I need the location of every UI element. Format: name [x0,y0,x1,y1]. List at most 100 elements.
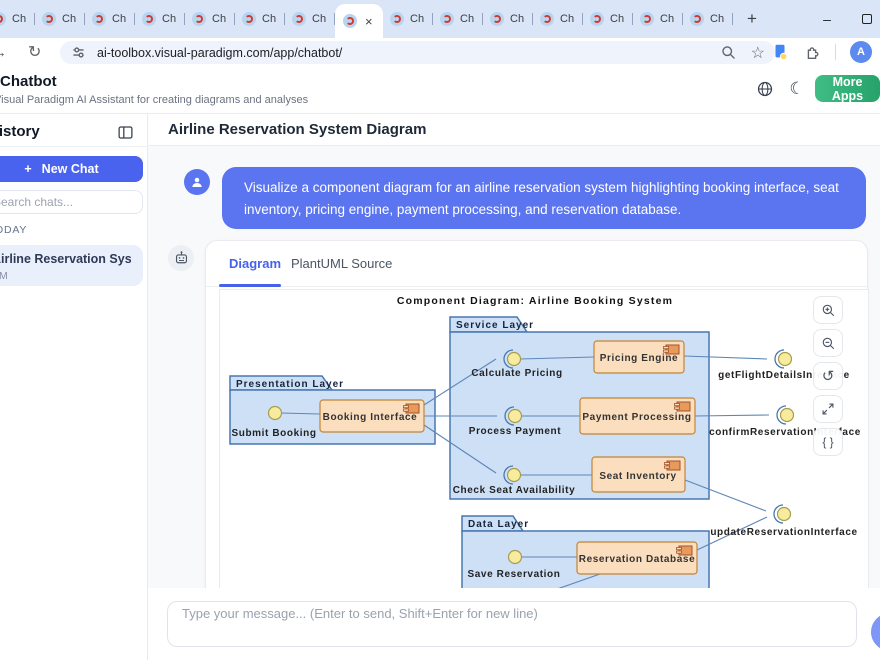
toolbar-divider [835,44,836,60]
extensions-area: A [771,38,880,66]
send-button[interactable] [871,613,880,651]
chat-item-time: PM [0,270,131,282]
browser-tab[interactable]: Ch [285,0,335,38]
label-process-payment: Process Payment [469,426,561,437]
favicon-icon [292,12,306,26]
view-source-button[interactable]: { } [813,428,843,456]
more-apps-button[interactable]: More Apps [815,75,880,102]
robot-icon [173,250,190,267]
active-tab[interactable]: × [335,4,383,38]
site-info-icon[interactable] [70,44,87,61]
favicon-icon [540,12,554,26]
dark-mode-icon[interactable]: ☾ [784,76,810,102]
forward-icon[interactable]: → [0,38,7,66]
card-tab-bar: Diagram PlantUML Source [206,241,867,287]
url-text[interactable]: ai-toolbox.visual-paradigm.com/app/chatb… [97,46,720,60]
package-data-layer: Data Layer [468,519,529,530]
reset-zoom-button[interactable]: ↺ [813,362,843,390]
chat-item-title: Airline Reservation System Dia... [0,252,131,266]
label-save-reservation: Save Reservation [468,569,561,580]
diagram-title: Component Diagram: Airline Booking Syste… [397,295,673,307]
browser-tab[interactable]: Ch [85,0,135,38]
composer-bar [148,588,880,660]
message-input[interactable] [167,601,857,647]
tab-label: Ch [710,13,724,25]
browser-tab[interactable]: Ch [683,0,733,38]
collapse-sidebar-icon[interactable] [114,121,136,143]
favicon-icon [0,12,6,26]
close-icon[interactable]: × [365,15,373,28]
browser-tab[interactable]: Ch [135,0,185,38]
tab-label: Ch [410,13,424,25]
zoom-out-icon [821,336,836,351]
doc-extension-icon[interactable] [771,43,789,61]
app-header: Chatbot Visual Paradigm AI Assistant for… [0,66,880,114]
page-title: Airline Reservation System Diagram [168,121,426,138]
search-chats-input[interactable] [0,190,143,214]
reload-icon[interactable]: ↻ [28,38,41,66]
component-payment-processing: Payment Processing [582,412,691,423]
tab-label: Ch [162,13,176,25]
component-reservation-database: Reservation Database [579,554,696,565]
browser-tab[interactable]: Ch [35,0,85,38]
browser-tab[interactable]: Ch [383,0,433,38]
new-tab-button[interactable]: + [739,6,765,32]
interface-ball [509,551,522,564]
sidebar-divider [0,146,148,147]
label-update-reservation-interface: updateReservationInterface [710,527,857,538]
favicon-icon [490,12,504,26]
search-icon[interactable] [720,44,737,61]
chat-history-item[interactable]: Airline Reservation System Dia... PM [0,245,143,286]
sidebar: History + New Chat TODAY Airline Reserva… [0,114,148,660]
tab-label: Ch [610,13,624,25]
app-title: Chatbot [0,73,57,90]
tab-label: Ch [510,13,524,25]
reset-zoom-icon: ↺ [822,367,835,385]
tab-label: Ch [12,13,26,25]
favicon-icon [192,12,206,26]
component-icon [675,402,691,411]
today-section-label: TODAY [0,224,27,236]
browser-window: ChChChChChChCh × ChChChChChChCh + – → ↻ … [0,0,880,660]
new-chat-label: New Chat [42,162,99,176]
interface-ball [269,407,282,420]
interface-ball [778,508,791,521]
bookmark-star-icon[interactable]: ☆ [751,43,765,63]
app-subtitle: Visual Paradigm AI Assistant for creatin… [0,94,308,106]
zoom-in-icon [821,303,836,318]
tab-plantuml-source[interactable]: PlantUML Source [291,256,392,271]
browser-tab[interactable]: Ch [533,0,583,38]
plus-icon: + [24,162,31,176]
browser-tab[interactable]: Ch [185,0,235,38]
omnibox[interactable]: ai-toolbox.visual-paradigm.com/app/chatb… [60,41,775,64]
tab-diagram[interactable]: Diagram [229,256,281,271]
minimize-button[interactable]: – [812,0,842,38]
package-presentation-layer: Presentation Layer [236,379,344,390]
tab-strip: ChChChChChChCh × ChChChChChChCh + – [0,0,880,38]
label-calculate-pricing: Calculate Pricing [471,368,562,379]
browser-tab[interactable]: Ch [633,0,683,38]
browser-toolbar: → ↻ ai-toolbox.visual-paradigm.com/app/c… [0,38,880,66]
favicon-icon [142,12,156,26]
fullscreen-button[interactable] [813,395,843,423]
browser-tab[interactable]: Ch [433,0,483,38]
extensions-puzzle-icon[interactable] [803,43,821,61]
maximize-button[interactable] [852,0,880,38]
diagram-canvas[interactable]: Component Diagram: Airline Booking Syste… [219,289,869,589]
interface-ball [508,353,521,366]
favicon-icon [92,12,106,26]
globe-icon[interactable] [752,76,778,102]
browser-tab[interactable]: Ch [583,0,633,38]
label-check-seat-availability: Check Seat Availability [453,485,576,496]
zoom-in-button[interactable] [813,296,843,324]
interface-ball [779,353,792,366]
tab-label: Ch [660,13,674,25]
browser-tab[interactable]: Ch [235,0,285,38]
component-icon [665,461,681,470]
zoom-out-button[interactable] [813,329,843,357]
label-submit-booking: Submit Booking [231,428,316,439]
browser-tab[interactable]: Ch [0,0,35,38]
profile-avatar[interactable]: A [850,41,872,63]
new-chat-button[interactable]: + New Chat [0,156,143,182]
browser-tab[interactable]: Ch [483,0,533,38]
